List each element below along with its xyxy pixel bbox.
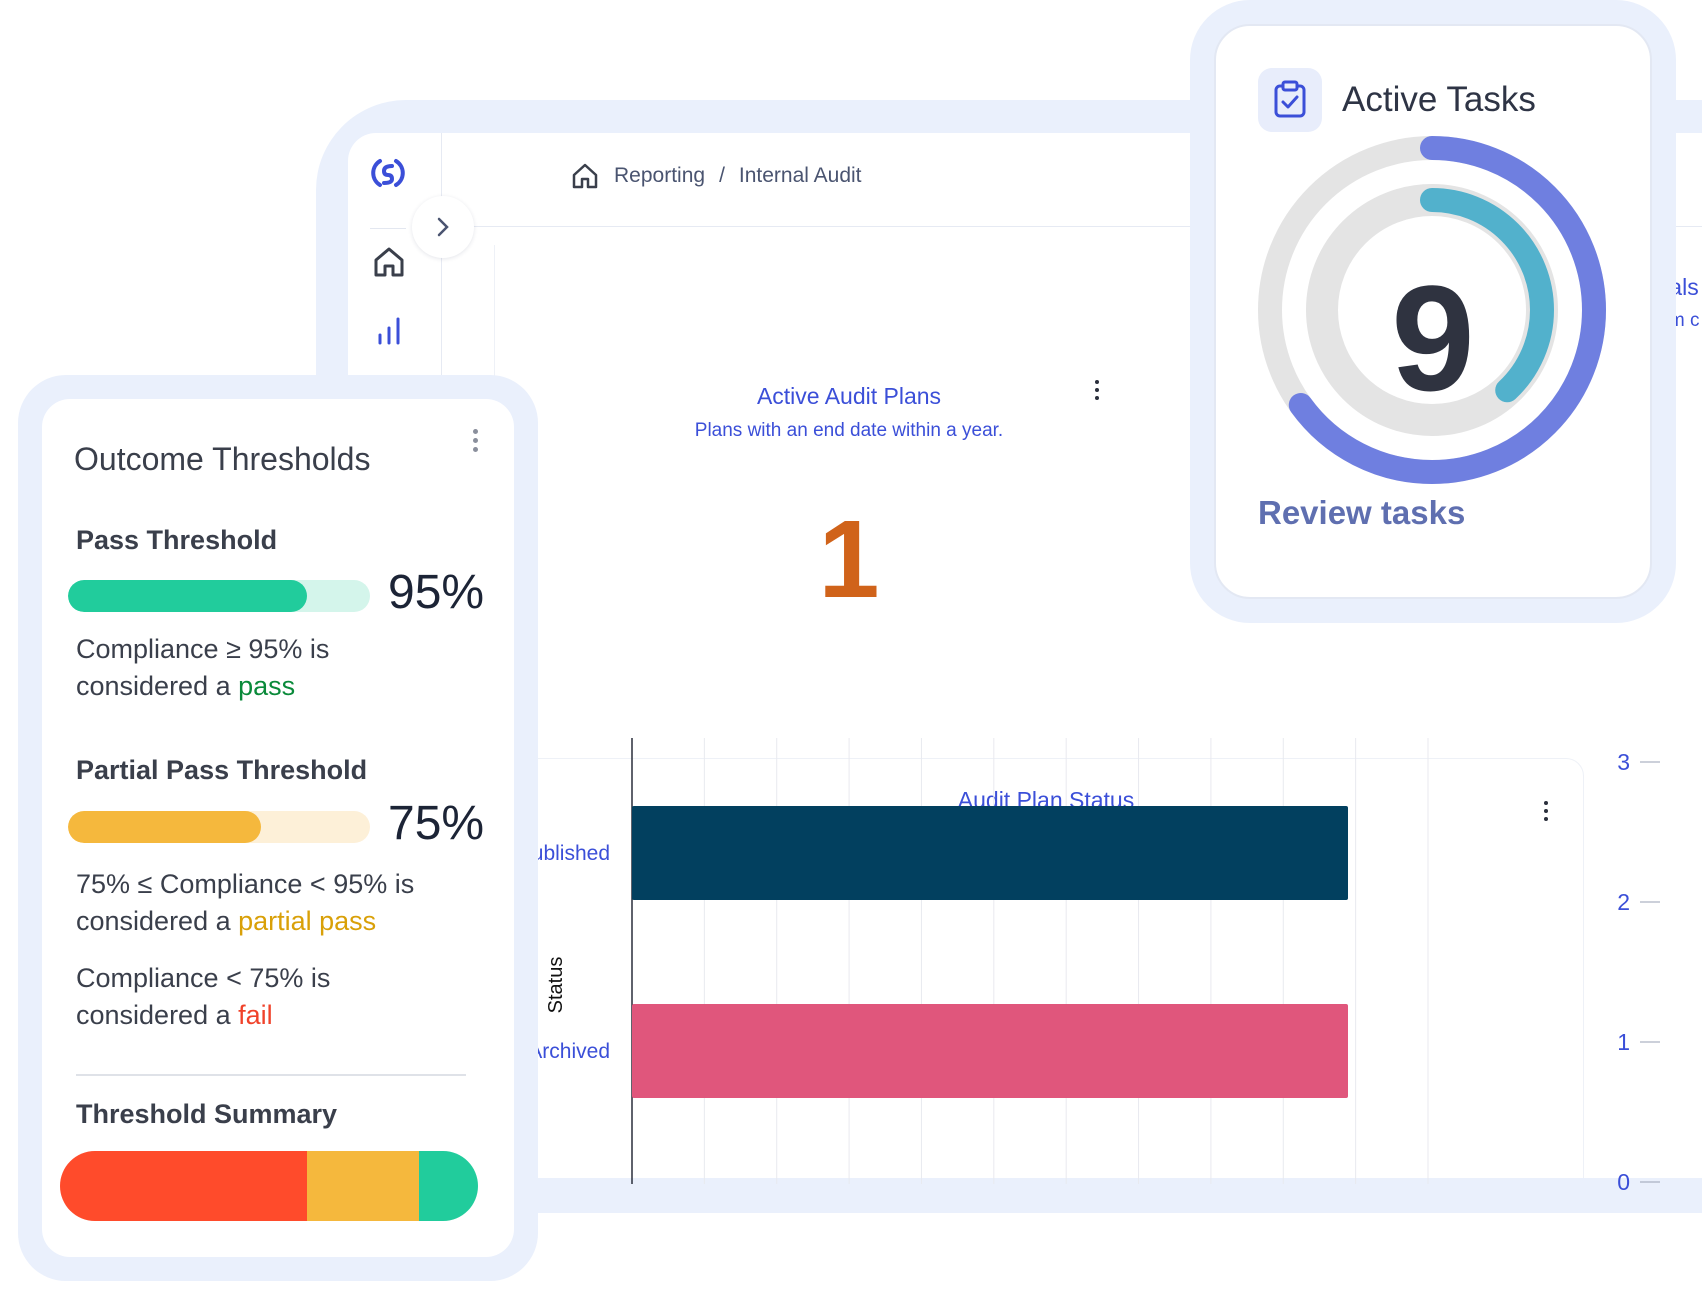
fail-threshold-description: Compliance < 75% is considered a fail: [76, 960, 330, 1034]
y-axis-label: Status: [545, 957, 567, 1014]
pass-threshold-percent: 95%: [388, 566, 485, 619]
summary-segment-pass: [419, 1151, 478, 1221]
outcome-thresholds-title: Outcome Thresholds: [74, 441, 371, 477]
partial-desc-prefix: considered a: [76, 906, 239, 936]
partial-pass-threshold-heading: Partial Pass Threshold: [76, 755, 368, 785]
partial-pass-threshold-percent: 75%: [388, 797, 485, 850]
breadcrumb-item-reporting[interactable]: Reporting: [614, 164, 705, 188]
clipboard-check-icon: [1258, 68, 1322, 132]
active-audit-plans-value: 1: [818, 498, 880, 621]
secondary-chart-axis: 3 2 1 0: [1617, 749, 1660, 1195]
threshold-summary-bar: [60, 1151, 478, 1221]
home-icon[interactable]: [370, 243, 408, 281]
pass-threshold-heading: Pass Threshold: [76, 525, 278, 555]
partial-pass-threshold-bar[interactable]: [68, 811, 370, 843]
tick-label-archived: Archived: [528, 1040, 610, 1063]
threshold-divider: [76, 1074, 466, 1076]
stub-tick-label: 0: [1617, 1169, 1630, 1195]
pass-threshold-bar[interactable]: [68, 580, 370, 612]
partial-desc-line1: 75% ≤ Compliance < 95% is: [76, 869, 415, 899]
active-audit-plans-menu-icon[interactable]: [1094, 380, 1100, 400]
review-tasks-link[interactable]: Review tasks: [1258, 494, 1465, 532]
active-tasks-card: Active Tasks 9 Review tasks: [1214, 24, 1652, 599]
stub-tick-label: 1: [1617, 1029, 1630, 1055]
fail-desc-prefix: considered a: [76, 1000, 239, 1030]
summary-segment-fail: [60, 1151, 307, 1221]
stub-tick-label: 3: [1617, 749, 1630, 775]
audit-plan-status-chart: PublishedArchivedStatus: [518, 738, 1429, 1184]
pass-threshold-bar-fill: [68, 580, 307, 612]
bar-chart-icon[interactable]: [370, 311, 408, 349]
bar-archived[interactable]: [632, 1004, 1348, 1098]
app-logo-icon[interactable]: [368, 153, 408, 193]
chevron-right-icon: [437, 217, 449, 237]
partial-pass-threshold-bar-fill: [68, 811, 262, 843]
sidebar-expand-button[interactable]: [412, 196, 474, 258]
stub-tick-label: 2: [1617, 889, 1630, 915]
threshold-summary-heading: Threshold Summary: [76, 1099, 338, 1129]
fail-desc-line1: Compliance < 75% is: [76, 963, 331, 993]
active-audit-plans-card: Active Audit Plans Plans with an end dat…: [494, 245, 1204, 615]
active-audit-plans-subtitle: Plans with an end date within a year.: [694, 420, 1004, 441]
pass-word: pass: [238, 671, 296, 701]
active-tasks-count: 9: [1391, 254, 1475, 422]
breadcrumb-item-internal-audit[interactable]: Internal Audit: [739, 164, 862, 188]
fail-word: fail: [238, 1000, 273, 1030]
outcome-thresholds-card: Outcome Thresholds Pass Threshold 95% Co…: [42, 399, 514, 1257]
rail-divider: [370, 228, 406, 229]
breadcrumb: Reporting / Internal Audit: [570, 161, 862, 191]
partial-pass-threshold-description: 75% ≤ Compliance < 95% is considered a p…: [76, 866, 414, 940]
breadcrumb-separator: /: [719, 164, 725, 187]
bar-published[interactable]: [632, 806, 1348, 900]
pass-threshold-description: Compliance ≥ 95% is considered a pass: [76, 631, 329, 705]
pass-desc-line1: Compliance ≥ 95% is: [76, 634, 330, 664]
summary-segment-partial: [306, 1151, 420, 1221]
outcome-thresholds-menu-icon[interactable]: [472, 429, 478, 452]
pass-desc-prefix: considered a: [76, 671, 239, 701]
active-tasks-title: Active Tasks: [1342, 80, 1536, 119]
partial-pass-word: partial pass: [238, 906, 377, 936]
breadcrumb-home-icon[interactable]: [570, 161, 600, 191]
